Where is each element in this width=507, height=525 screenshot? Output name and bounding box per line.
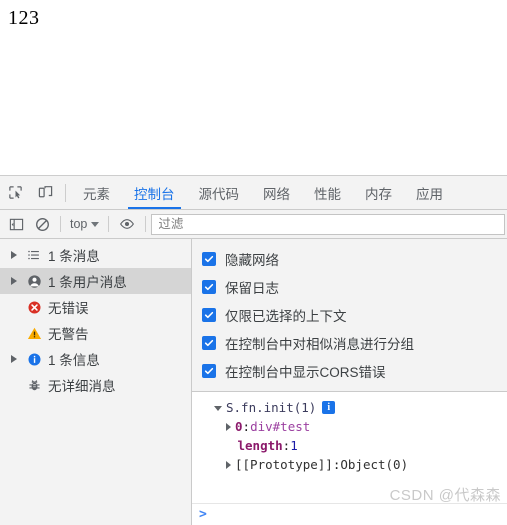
setting-label: 保留日志 — [225, 281, 279, 296]
info-badge-icon[interactable]: i — [322, 401, 336, 414]
console-settings-panel: 隐藏网络 保留日志 仅限已选择的上下文 在控制台中对相似消息进行分组 在控制台中… — [192, 239, 507, 392]
setting-group-similar[interactable]: 在控制台中对相似消息进行分组 — [202, 329, 507, 357]
sidebar-item-label: 1 条消息 — [48, 249, 100, 264]
property-key: length — [237, 438, 283, 453]
page-viewport: 123 — [0, 0, 507, 175]
tab-elements[interactable]: 元素 — [71, 176, 122, 209]
device-toolbar-icon[interactable] — [30, 176, 60, 209]
inspect-element-icon[interactable] — [0, 176, 30, 209]
chevron-right-icon — [11, 355, 17, 363]
filter-input[interactable] — [151, 213, 505, 235]
tab-label: 性能 — [314, 186, 341, 202]
info-icon — [22, 352, 46, 367]
sidebar-item-label: 1 条用户消息 — [48, 275, 127, 290]
expand-arrow-slot[interactable] — [6, 355, 22, 363]
sidebar-toggle-icon[interactable] — [3, 212, 29, 236]
tab-sources[interactable]: 源代码 — [187, 176, 252, 209]
chevron-right-icon — [11, 277, 17, 285]
setting-label: 在控制台中对相似消息进行分组 — [225, 337, 414, 352]
page-content-text: 123 — [8, 7, 40, 29]
prompt-chevron-icon: > — [199, 507, 207, 522]
tab-memory[interactable]: 内存 — [353, 176, 404, 209]
console-property-row[interactable]: length : 1 — [192, 436, 507, 455]
console-filterbar: top — [0, 210, 507, 239]
tab-application[interactable]: 应用 — [404, 176, 455, 209]
sidebar-item-messages[interactable]: 1 条消息 — [0, 242, 191, 268]
console-sidebar: 1 条消息 1 条用户消息 无错误 无警告 1 条信息 无详细消息 — [0, 239, 192, 525]
devtools-body: 1 条消息 1 条用户消息 无错误 无警告 1 条信息 无详细消息 隐藏网络 保… — [0, 239, 507, 525]
filterbar-divider-3 — [145, 216, 147, 232]
property-key: [[Prototype]] — [235, 457, 333, 472]
property-value: Object(0) — [340, 457, 409, 472]
expand-arrow-slot[interactable] — [6, 277, 22, 285]
checkbox-checked-icon[interactable] — [202, 336, 216, 350]
chevron-down-icon — [91, 221, 100, 227]
property-key: 0 — [235, 419, 243, 434]
console-output: S.fn.init(1) i 0 : div#test length : 1 [… — [192, 392, 507, 525]
property-value: div#test — [250, 419, 311, 434]
live-expression-eye-icon[interactable] — [114, 212, 140, 236]
csdn-watermark: CSDN @代森森 — [389, 487, 501, 504]
chevron-right-icon[interactable] — [226, 460, 231, 469]
console-object-header[interactable]: S.fn.init(1) i — [192, 398, 507, 417]
chevron-right-icon — [11, 251, 17, 259]
property-value: 1 — [290, 438, 298, 453]
filterbar-divider-2 — [108, 216, 110, 232]
sidebar-item-user-messages[interactable]: 1 条用户消息 — [0, 268, 191, 294]
tab-label: 应用 — [416, 186, 443, 202]
chevron-down-icon[interactable] — [214, 406, 222, 411]
object-preview-label: S.fn.init(1) — [226, 400, 317, 415]
setting-label: 仅限已选择的上下文 — [225, 309, 347, 324]
setting-label: 在控制台中显示CORS错误 — [225, 365, 386, 380]
error-icon — [22, 300, 46, 315]
property-separator: : — [332, 457, 341, 472]
sidebar-item-label: 无警告 — [48, 327, 89, 342]
tab-label: 源代码 — [198, 186, 240, 202]
checkbox-checked-icon[interactable] — [202, 308, 216, 322]
verbose-bug-icon — [22, 378, 46, 393]
devtools-panel: 元素 控制台 源代码 网络 性能 内存 应用 top 过滤 1 条消息 1 条用… — [0, 175, 507, 525]
setting-preserve-log[interactable]: 保留日志 — [202, 273, 507, 301]
sidebar-item-errors[interactable]: 无错误 — [0, 294, 191, 320]
execution-context-selector[interactable]: top — [66, 217, 103, 231]
tab-label: 控制台 — [134, 186, 175, 202]
clear-console-icon[interactable] — [29, 212, 55, 236]
sidebar-item-label: 无详细消息 — [48, 379, 116, 394]
list-icon — [22, 248, 46, 262]
expand-arrow-slot[interactable] — [6, 251, 22, 259]
sidebar-item-info[interactable]: 1 条信息 — [0, 346, 191, 372]
checkbox-checked-icon[interactable] — [202, 280, 216, 294]
console-main: 隐藏网络 保留日志 仅限已选择的上下文 在控制台中对相似消息进行分组 在控制台中… — [192, 239, 507, 525]
tab-label: 内存 — [365, 186, 392, 202]
setting-hide-network[interactable]: 隐藏网络 — [202, 245, 507, 273]
chevron-right-icon[interactable] — [226, 422, 231, 431]
checkbox-checked-icon[interactable] — [202, 252, 216, 266]
setting-show-cors-errors[interactable]: 在控制台中显示CORS错误 — [202, 357, 507, 385]
property-separator: : — [282, 438, 291, 453]
tab-console[interactable]: 控制台 — [122, 176, 187, 209]
devtools-tab-list: 元素 控制台 源代码 网络 性能 内存 应用 — [71, 176, 507, 209]
sidebar-item-label: 无错误 — [48, 301, 89, 316]
user-icon — [22, 274, 46, 289]
sidebar-item-label: 1 条信息 — [48, 353, 100, 368]
console-property-row[interactable]: 0 : div#test — [192, 417, 507, 436]
console-property-row[interactable]: [[Prototype]] : Object(0) — [192, 455, 507, 474]
property-separator: : — [242, 419, 251, 434]
tab-label: 网络 — [263, 186, 290, 202]
setting-label: 隐藏网络 — [225, 253, 279, 268]
filterbar-divider-1 — [60, 216, 61, 232]
tab-network[interactable]: 网络 — [251, 176, 302, 209]
checkbox-checked-icon[interactable] — [202, 364, 216, 378]
devtools-tabbar: 元素 控制台 源代码 网络 性能 内存 应用 — [0, 176, 507, 210]
setting-selected-context-only[interactable]: 仅限已选择的上下文 — [202, 301, 507, 329]
tab-performance[interactable]: 性能 — [302, 176, 353, 209]
execution-context-label: top — [70, 217, 88, 231]
tabbar-divider — [65, 183, 66, 202]
sidebar-item-verbose[interactable]: 无详细消息 — [0, 372, 191, 398]
screenshot-root: 123 元素 控制台 源代码 网络 性能 内存 应用 top 过滤 1 条消息 … — [0, 0, 507, 525]
tab-label: 元素 — [83, 186, 110, 202]
warning-icon — [22, 326, 46, 341]
console-prompt-row[interactable]: > — [192, 503, 507, 525]
sidebar-item-warnings[interactable]: 无警告 — [0, 320, 191, 346]
